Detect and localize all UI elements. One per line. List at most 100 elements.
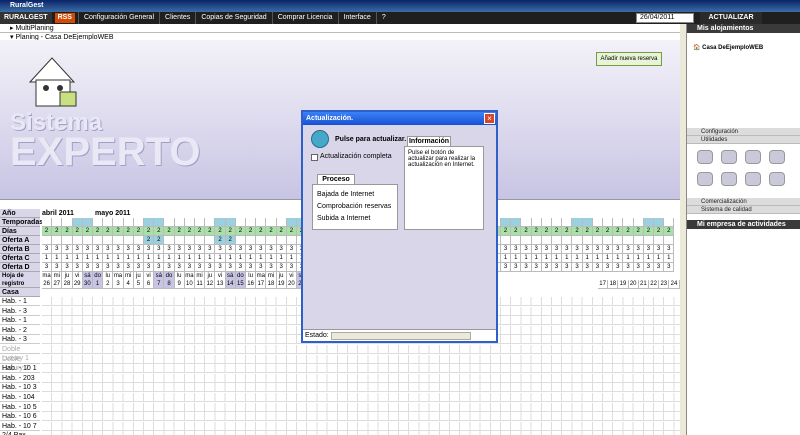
room-label[interactable]: Hab. - 2 bbox=[0, 326, 40, 335]
offer-a-cell bbox=[235, 236, 246, 245]
season-cell bbox=[72, 218, 83, 227]
tab-process[interactable]: Proceso bbox=[317, 174, 355, 184]
utility-tool-2-icon[interactable] bbox=[721, 150, 737, 164]
utilities-icons bbox=[687, 144, 800, 198]
season-cell bbox=[633, 218, 644, 227]
offer-d-cell: 3 bbox=[266, 263, 277, 272]
min-days-cell: 2 bbox=[511, 227, 522, 236]
rss-button[interactable]: RSS bbox=[54, 13, 75, 23]
room-label[interactable]: Hab. - 1 bbox=[0, 297, 40, 306]
offer-a-cell bbox=[42, 236, 53, 245]
sidebar-company[interactable]: Mi empresa de actividades bbox=[687, 220, 800, 229]
utility-tool-6-icon[interactable] bbox=[721, 172, 737, 186]
offer-a-cell bbox=[266, 236, 277, 245]
season-cell bbox=[521, 218, 532, 227]
help-icon[interactable]: ? bbox=[375, 12, 391, 24]
room-row bbox=[42, 354, 680, 364]
room-label[interactable]: Hab. - 10 3 bbox=[0, 383, 40, 393]
offer-a-cell bbox=[195, 236, 206, 245]
room-row bbox=[42, 373, 680, 383]
update-button[interactable]: ACTUALIZAR bbox=[700, 12, 762, 24]
offer-d-cell: 3 bbox=[633, 263, 644, 272]
multiplaning-bar[interactable]: ▸ MultiPlaning bbox=[0, 24, 680, 33]
offer-d-cell: 3 bbox=[654, 263, 665, 272]
offer-c-cell: 1 bbox=[235, 254, 246, 263]
room-label[interactable]: Hab. - 10 6 bbox=[0, 412, 40, 422]
offer-d-cell: 3 bbox=[184, 263, 195, 272]
season-cell bbox=[123, 218, 134, 227]
room-label[interactable]: Hab. - 1 bbox=[0, 316, 40, 326]
close-icon[interactable]: × bbox=[484, 113, 495, 124]
offer-b-cell: 3 bbox=[174, 245, 185, 254]
process-panel: Bajada de Internet Comprobación reservas… bbox=[312, 184, 398, 230]
room-label[interactable]: Hab. - 10 7 bbox=[0, 422, 40, 431]
min-days-cell: 2 bbox=[623, 227, 634, 236]
add-reservation-button[interactable]: Añadir nueva reserva bbox=[596, 52, 662, 66]
offer-c-cell: 1 bbox=[276, 254, 287, 263]
menu-interface[interactable]: Interface bbox=[337, 12, 376, 24]
offer-b-cell: 3 bbox=[572, 245, 583, 254]
menu-buy-license[interactable]: Comprar Licencia bbox=[271, 12, 338, 24]
offer-c-cell: 1 bbox=[603, 254, 614, 263]
menu-bar: RURALGEST RSS Configuración General Clie… bbox=[0, 12, 800, 24]
season-cell bbox=[174, 218, 185, 227]
menu-config[interactable]: Configuración General bbox=[77, 12, 159, 24]
date-cell: 23 bbox=[659, 280, 670, 289]
tab-information[interactable]: Información bbox=[407, 136, 451, 146]
full-update-checkbox[interactable] bbox=[311, 154, 318, 161]
sidebar-commercialization[interactable]: Comercialización bbox=[687, 198, 800, 206]
date-cell: 19 bbox=[276, 280, 287, 289]
sidebar-my-lodgings[interactable]: Mis alojamientos bbox=[687, 24, 800, 33]
room-label[interactable]: Hab. - 10 5 bbox=[0, 403, 40, 412]
offer-d-cell: 3 bbox=[256, 263, 267, 272]
grid-label-seasons: Temporadas bbox=[0, 218, 44, 227]
season-cell bbox=[541, 218, 552, 227]
room-label[interactable]: Doble Luxury 1 bbox=[0, 345, 40, 362]
offer-a-cell bbox=[205, 236, 216, 245]
offer-a-cell bbox=[643, 236, 654, 245]
room-label[interactable]: Hab. - 3 bbox=[0, 335, 40, 345]
utility-tool-7-icon[interactable] bbox=[745, 172, 761, 186]
room-label[interactable]: 2/4 Pax bbox=[0, 431, 40, 435]
date-cell: 18 bbox=[608, 280, 619, 289]
refresh-icon[interactable] bbox=[311, 130, 329, 148]
room-label[interactable]: Hab. - 10 1 bbox=[0, 364, 40, 374]
offer-d-cell: 3 bbox=[52, 263, 63, 272]
season-cell bbox=[195, 218, 206, 227]
utility-tool-8-icon[interactable] bbox=[769, 172, 785, 186]
step-upload: Subida a Internet bbox=[317, 215, 371, 222]
sidebar-quality[interactable]: Sistema de calidad bbox=[687, 206, 800, 214]
offer-a-cell bbox=[133, 236, 144, 245]
sidebar-lodging-item[interactable]: 🏠 Casa DeEjemploWEB bbox=[687, 34, 800, 92]
min-days-cell: 2 bbox=[562, 227, 573, 236]
room-label[interactable]: Hab. - 104 bbox=[0, 393, 40, 402]
grid-label-year: Año bbox=[0, 209, 40, 218]
min-days-cell: 2 bbox=[633, 227, 644, 236]
offer-a-cell bbox=[103, 236, 114, 245]
room-label[interactable]: Hab. - 203 bbox=[0, 374, 40, 383]
season-cell bbox=[276, 218, 287, 227]
offer-c-cell: 1 bbox=[225, 254, 236, 263]
season-cell bbox=[603, 218, 614, 227]
offer-c-cell: 1 bbox=[103, 254, 114, 263]
offer-c-cell: 1 bbox=[205, 254, 216, 263]
menu-clients[interactable]: Clientes bbox=[159, 12, 195, 24]
sidebar-utilities[interactable]: Utilidades bbox=[687, 136, 800, 144]
offer-a-cell bbox=[82, 236, 93, 245]
menu-backups[interactable]: Copias de Seguridad bbox=[195, 12, 271, 24]
offer-b-cell: 3 bbox=[633, 245, 644, 254]
sidebar-config[interactable]: Configuración bbox=[687, 128, 800, 136]
room-label[interactable]: Doble Luxury 2 bbox=[0, 355, 40, 372]
utility-tool-4-icon[interactable] bbox=[769, 150, 785, 164]
date-field[interactable]: 26/04/2011 bbox=[636, 13, 694, 23]
utility-tool-5-icon[interactable] bbox=[697, 172, 713, 186]
room-label[interactable]: Hab. - 3 bbox=[0, 307, 40, 316]
utility-tool-3-icon[interactable] bbox=[745, 150, 761, 164]
offer-c-cell: 1 bbox=[664, 254, 675, 263]
offer-b-cell: 3 bbox=[541, 245, 552, 254]
season-cell bbox=[82, 218, 93, 227]
utility-tool-1-icon[interactable] bbox=[697, 150, 713, 164]
offer-b-cell: 3 bbox=[562, 245, 573, 254]
register-sheet-label[interactable]: Hoja de registro bbox=[0, 272, 40, 288]
offer-b-cell: 3 bbox=[103, 245, 114, 254]
